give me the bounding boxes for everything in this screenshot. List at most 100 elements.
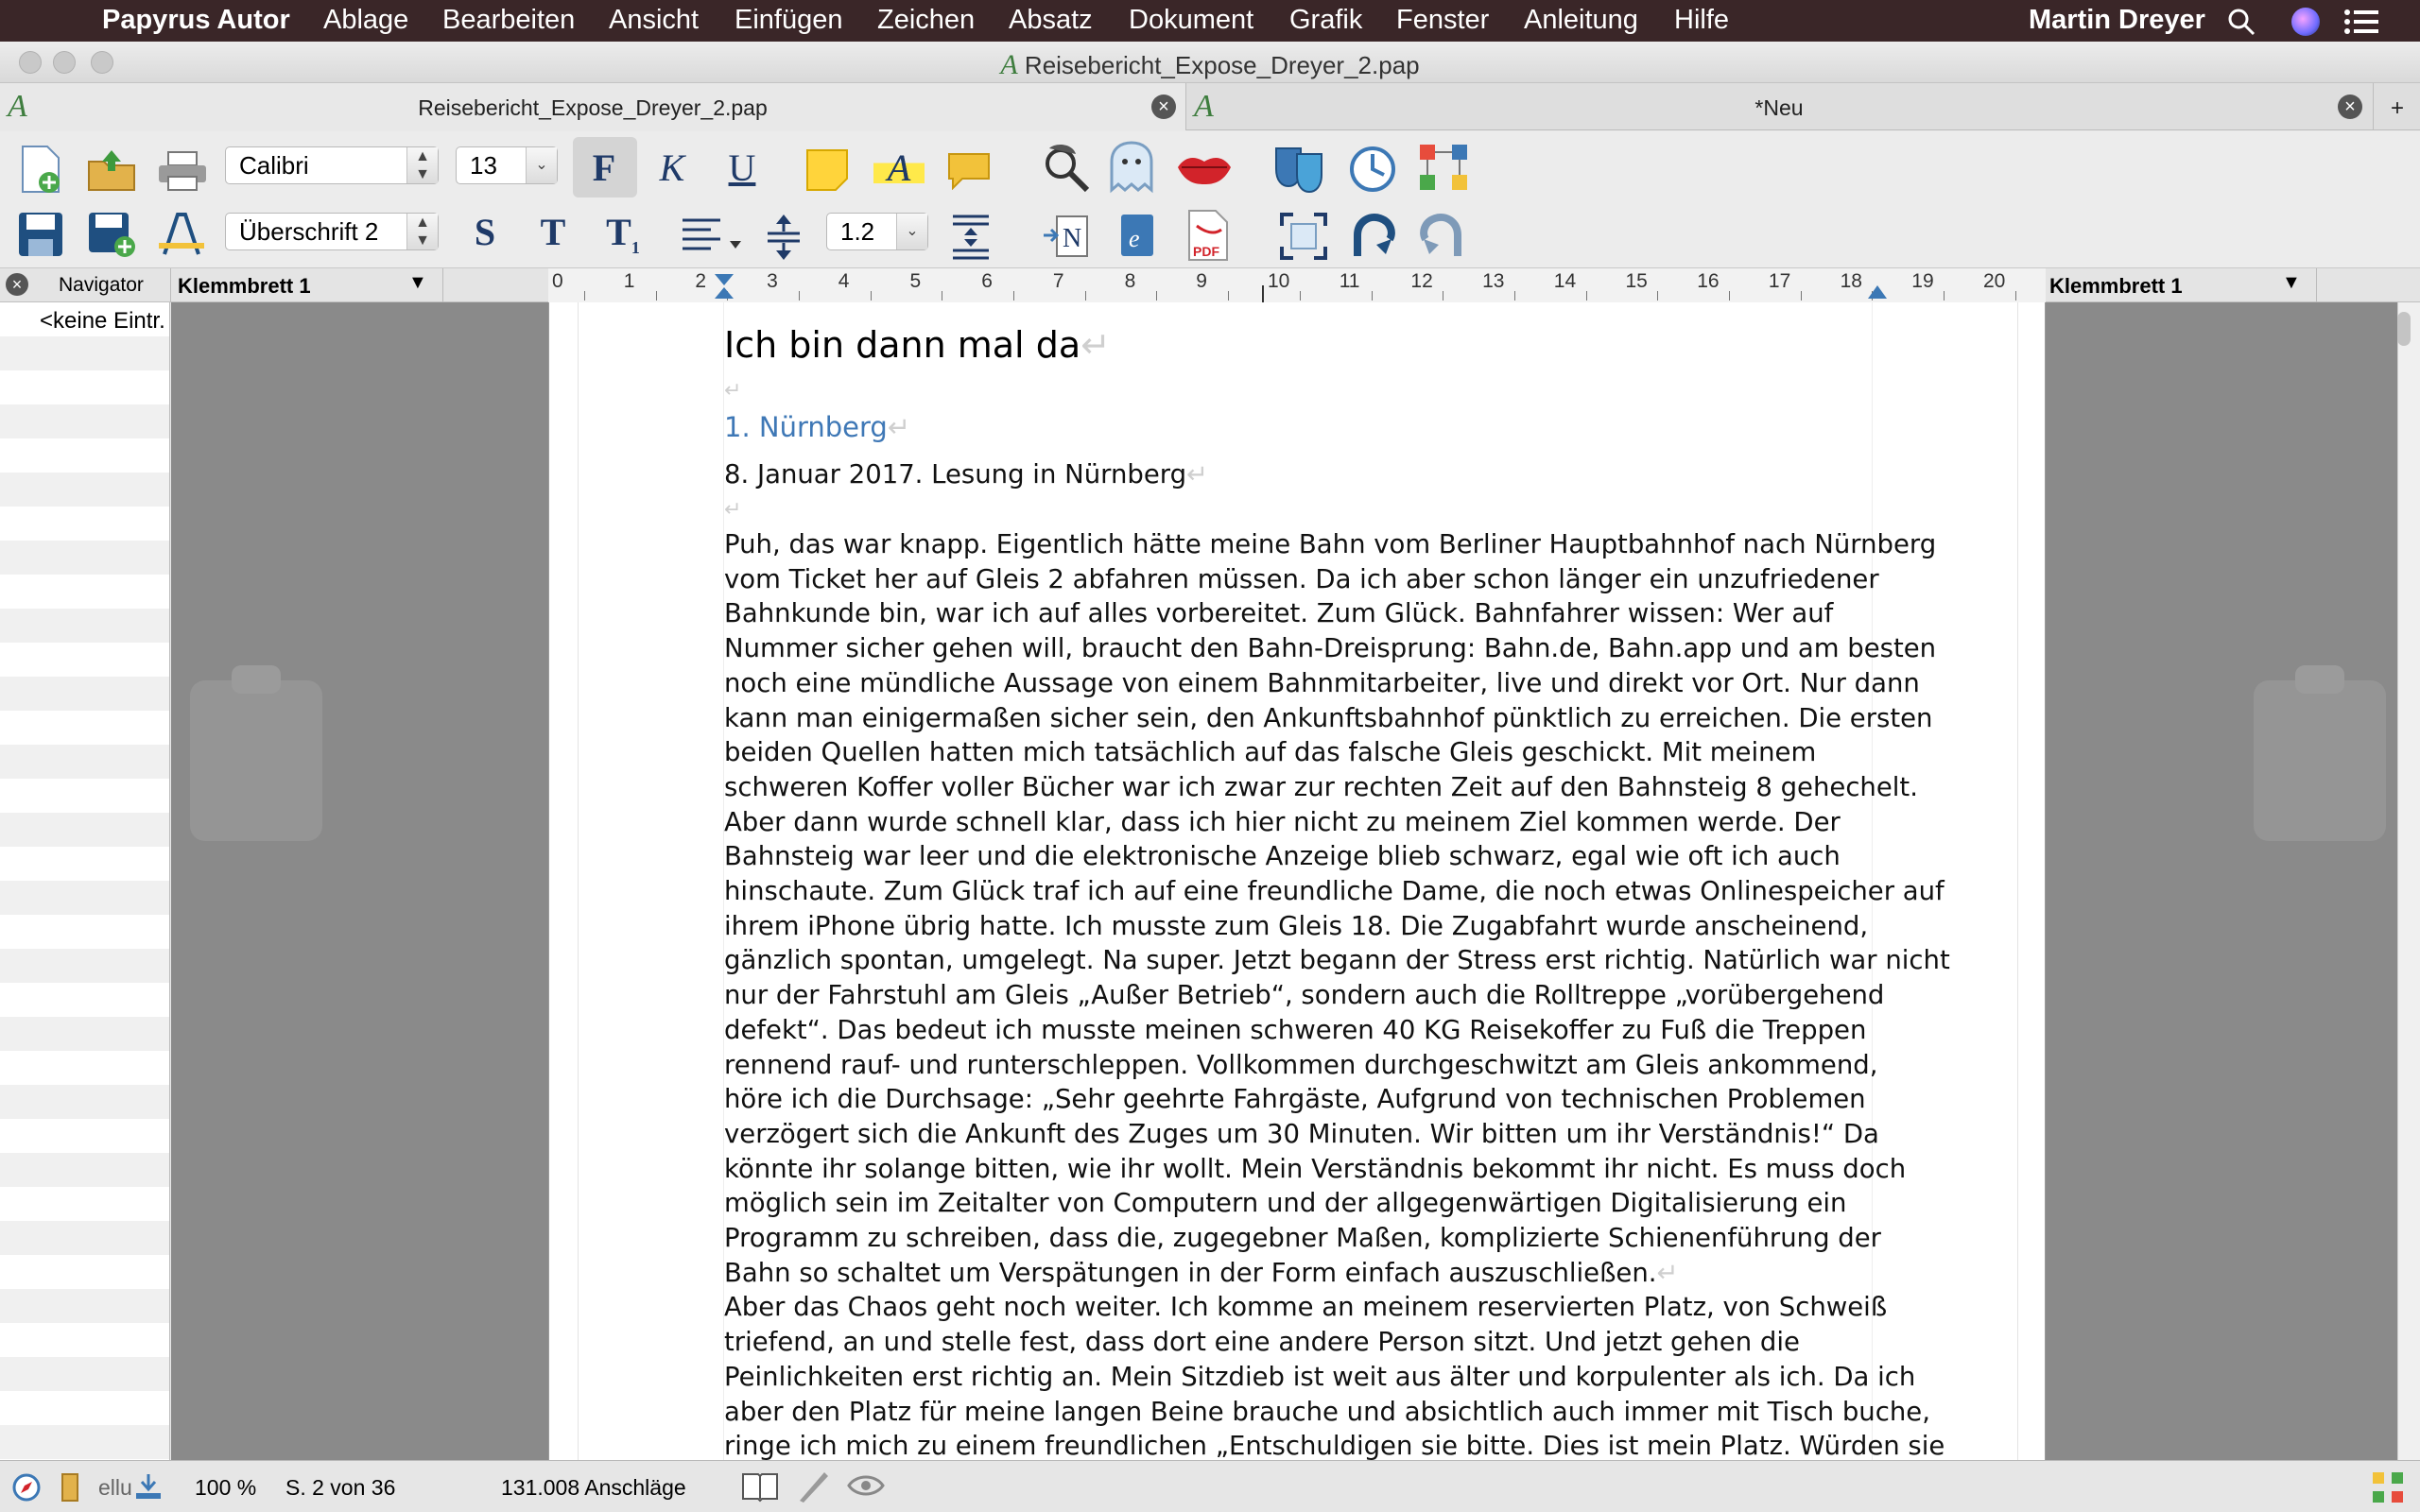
- book-icon[interactable]: [741, 1470, 779, 1503]
- paragraph-spacing-icon[interactable]: [949, 213, 993, 262]
- page-indicator[interactable]: S. 2 von 36: [285, 1475, 395, 1501]
- menu-ablage[interactable]: Ablage: [323, 5, 408, 36]
- highlight-text-icon[interactable]: A: [873, 143, 925, 194]
- horizontal-ruler[interactable]: 0 1 2 3 4 5 6 7 8 9 10 11 12 13 14 15 16 17 18 19 20: [548, 268, 2046, 302]
- clipboard-left-panel[interactable]: [171, 302, 548, 1460]
- print-icon[interactable]: [157, 150, 208, 192]
- close-tab-icon[interactable]: ×: [2338, 94, 2362, 119]
- italic-button[interactable]: K: [647, 143, 698, 194]
- paragraph-style-indicator[interactable]: ellu: [98, 1475, 132, 1501]
- pdf-export-icon[interactable]: PDF: [1185, 209, 1231, 262]
- document-page[interactable]: Ich bin dann mal da↵ ↵ 1. Nürnberg↵ 8. J…: [548, 302, 2046, 1460]
- new-tab-button[interactable]: +: [2373, 83, 2420, 130]
- underline-button[interactable]: U: [717, 143, 768, 194]
- ruler-tick-label: 15: [1625, 270, 1648, 292]
- clipboard-left-dropdown-icon[interactable]: ▼: [408, 272, 427, 294]
- save-icon[interactable]: [17, 211, 64, 258]
- structure-view-icon[interactable]: [2371, 1470, 2405, 1504]
- text-line: verzögert sich die Ankunft des Zuges um …: [724, 1118, 1879, 1149]
- menu-dokument[interactable]: Dokument: [1129, 5, 1253, 36]
- menu-fenster[interactable]: Fenster: [1396, 5, 1489, 36]
- menu-grafik[interactable]: Grafik: [1289, 5, 1362, 36]
- new-document-icon[interactable]: [17, 145, 64, 196]
- fullscreen-icon[interactable]: [1280, 213, 1327, 260]
- ruler-minor-tick: [1013, 291, 1015, 301]
- empty-paragraph: ↵: [724, 379, 742, 403]
- text-line: Programm zu schreiben, dass die, zugegeb…: [724, 1223, 1881, 1254]
- bold-button[interactable]: F: [579, 143, 630, 194]
- character-count[interactable]: 131.008 Anschläge: [501, 1475, 686, 1501]
- tab-neu[interactable]: A *Neu ×: [1186, 83, 2372, 130]
- document-text[interactable]: Ich bin dann mal da↵ ↵ 1. Nürnberg↵ 8. J…: [724, 323, 1950, 1460]
- style-sheet-icon[interactable]: [60, 1472, 79, 1503]
- ruler-minor-tick: [1084, 291, 1086, 301]
- notification-center-icon[interactable]: [2344, 9, 2378, 34]
- font-name-select[interactable]: Calibri ▲ ▼: [225, 146, 439, 184]
- ruler-minor-tick: [1228, 291, 1230, 301]
- style-t1-button[interactable]: T1: [597, 207, 648, 258]
- align-left-icon[interactable]: [681, 216, 743, 258]
- scrollbar-thumb[interactable]: [2397, 312, 2411, 346]
- compass-navigation-icon[interactable]: [11, 1472, 42, 1503]
- stepper-arrows-icon[interactable]: ▲ ▼: [406, 214, 438, 249]
- line-spacing-icon[interactable]: [762, 213, 805, 262]
- style-format-icon[interactable]: [157, 211, 206, 258]
- insert-footnote-icon[interactable]: N: [1042, 213, 1089, 260]
- redo-icon[interactable]: [1418, 211, 1467, 260]
- ruler-minor-tick: [870, 291, 872, 301]
- menu-user-name[interactable]: Martin Dreyer: [2029, 5, 2205, 36]
- ghost-icon[interactable]: [1108, 141, 1155, 194]
- open-document-icon[interactable]: [87, 148, 136, 192]
- menu-ansicht[interactable]: Ansicht: [609, 5, 699, 36]
- menu-zeichen[interactable]: Zeichen: [877, 5, 975, 36]
- menu-app-name[interactable]: Papyrus Autor: [102, 5, 290, 36]
- style-s-button[interactable]: S: [459, 207, 510, 258]
- menu-bearbeiten[interactable]: Bearbeiten: [442, 5, 575, 36]
- clipboard-right-panel[interactable]: [2046, 302, 2397, 1460]
- ruler-tick-label: 10: [1268, 270, 1290, 292]
- tab-stop-marker[interactable]: [1262, 285, 1264, 302]
- stepper-arrows-icon[interactable]: ▲ ▼: [406, 147, 438, 183]
- ebook-export-icon[interactable]: e: [1117, 211, 1159, 260]
- style-t-button[interactable]: T: [527, 207, 579, 258]
- menu-einfuegen[interactable]: Einfügen: [735, 5, 843, 36]
- divider: [442, 268, 443, 302]
- zoom-level[interactable]: 100 %: [195, 1475, 256, 1501]
- navigator-empty-item[interactable]: <keine Eintr.: [40, 308, 165, 335]
- siri-icon[interactable]: [2291, 8, 2320, 36]
- tab-reisebericht[interactable]: A Reisebericht_Expose_Dreyer_2.pap ×: [0, 83, 1186, 130]
- text-line: beiden Quellen hatten mich tatsächlich a…: [724, 737, 1817, 768]
- right-indent-marker-icon[interactable]: [1866, 282, 1889, 301]
- line-spacing-select[interactable]: 1.2 ⌄: [826, 213, 928, 250]
- clipboard-right-dropdown-icon[interactable]: ▼: [2282, 272, 2301, 294]
- theater-masks-icon[interactable]: [1272, 141, 1325, 194]
- save-as-icon[interactable]: [87, 211, 136, 258]
- menu-hilfe[interactable]: Hilfe: [1674, 5, 1729, 36]
- import-icon[interactable]: [134, 1472, 163, 1501]
- text-line: vom Ticket her auf Gleis 2 abfahren müss…: [724, 563, 1879, 594]
- comment-icon[interactable]: [947, 152, 991, 190]
- ruler-tick-label: 11: [1339, 270, 1360, 292]
- sticky-note-icon[interactable]: [805, 148, 849, 192]
- close-tab-icon[interactable]: ×: [1151, 94, 1176, 119]
- timer-clock-icon[interactable]: [1346, 141, 1399, 194]
- close-navigator-icon[interactable]: ×: [6, 273, 28, 296]
- search-replace-icon[interactable]: [1040, 141, 1093, 194]
- paragraph-style-select[interactable]: Überschrift 2 ▲ ▼: [225, 213, 439, 250]
- font-size-select[interactable]: 13 ⌄: [456, 146, 558, 184]
- menu-absatz[interactable]: Absatz: [1009, 5, 1093, 36]
- menu-anleitung[interactable]: Anleitung: [1524, 5, 1638, 36]
- undo-icon[interactable]: [1348, 211, 1397, 260]
- pen-icon[interactable]: [796, 1469, 832, 1504]
- structure-diagram-icon[interactable]: [1418, 143, 1471, 192]
- body-paragraph-2: Aber das Chaos geht noch weiter. Ich kom…: [724, 1290, 1945, 1460]
- tab-label: *Neu: [1754, 95, 1804, 120]
- lips-speech-icon[interactable]: [1176, 152, 1233, 186]
- chevron-down-icon[interactable]: ⌄: [896, 214, 927, 249]
- chevron-down-icon[interactable]: ⌄: [526, 147, 557, 183]
- eye-icon[interactable]: [847, 1472, 885, 1499]
- spotlight-search-icon[interactable]: [2227, 8, 2256, 36]
- left-indent-marker-icon[interactable]: [713, 272, 735, 301]
- vertical-scrollbar[interactable]: [2397, 302, 2420, 1460]
- text-line: aber den Platz für meine langen Beine br…: [724, 1396, 1930, 1427]
